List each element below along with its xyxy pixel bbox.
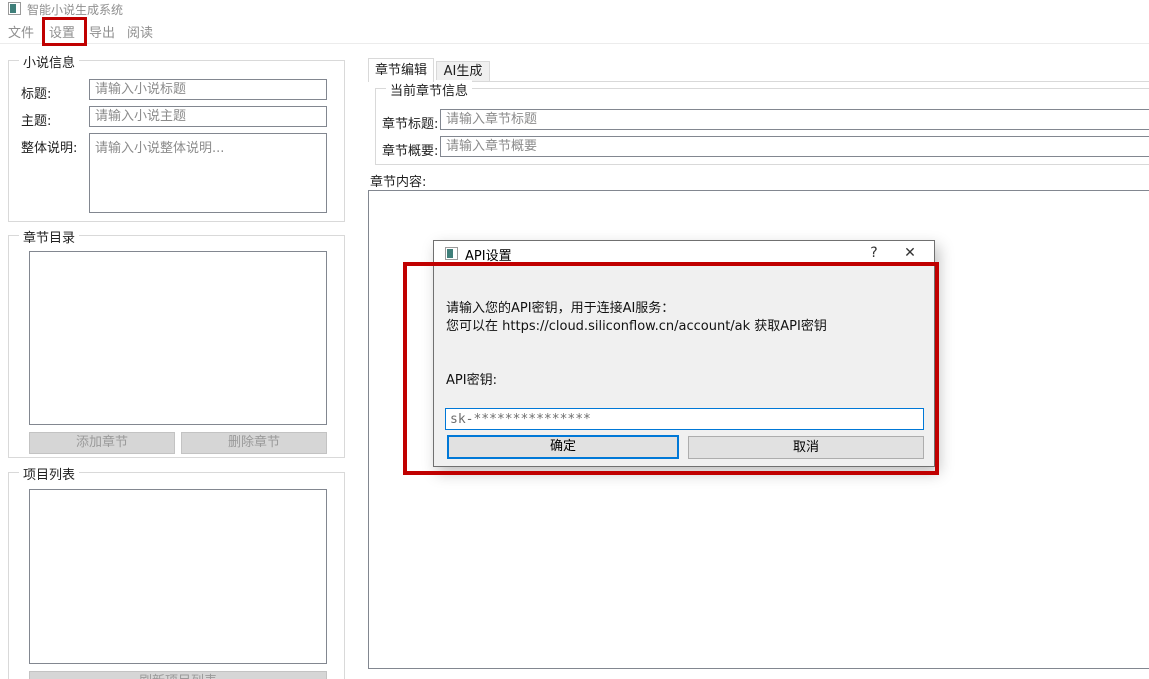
window-title: 智能小说生成系统 (27, 1, 123, 18)
tab-ai-generate[interactable]: AI生成 (436, 61, 490, 82)
menu-item-settings[interactable]: 设置 (49, 22, 75, 41)
api-key-label: API密钥: (446, 369, 497, 388)
novel-info-group: 小说信息 标题: 主题: 整体说明: (8, 60, 345, 222)
menu-bar: 文件 设置 导出 阅读 (0, 17, 1149, 44)
novel-title-label: 标题: (21, 83, 51, 102)
help-icon[interactable]: ? (862, 244, 886, 263)
chapter-info-group: 当前章节信息 章节标题: 章节概要: (375, 88, 1149, 165)
chapter-title-label: 章节标题: (382, 113, 438, 132)
project-list-group: 项目列表 刷新项目列表 (8, 472, 345, 679)
chapter-directory-legend: 章节目录 (19, 227, 79, 246)
delete-chapter-button[interactable]: 删除章节 (181, 432, 327, 454)
chapter-summary-input[interactable] (440, 136, 1149, 157)
novel-info-legend: 小说信息 (19, 52, 79, 71)
close-icon[interactable]: ✕ (898, 244, 922, 263)
chapter-content-label: 章节内容: (370, 171, 426, 190)
chapter-title-input[interactable] (440, 109, 1149, 130)
chapter-summary-label: 章节概要: (382, 140, 438, 159)
ok-button[interactable]: 确定 (447, 435, 679, 459)
project-list-legend: 项目列表 (19, 464, 79, 483)
novel-theme-input[interactable] (89, 106, 327, 127)
dialog-icon (445, 247, 458, 260)
chapter-listbox[interactable] (29, 251, 327, 425)
dialog-title-bar[interactable]: API设置 ? ✕ (434, 241, 934, 266)
chapter-info-legend: 当前章节信息 (386, 80, 472, 99)
tab-chapter-edit[interactable]: 章节编辑 (368, 58, 434, 82)
menu-item-read[interactable]: 阅读 (127, 22, 153, 41)
novel-desc-label: 整体说明: (21, 137, 77, 156)
novel-desc-textarea[interactable] (89, 133, 327, 213)
project-listbox[interactable] (29, 489, 327, 664)
cancel-button[interactable]: 取消 (688, 436, 924, 459)
dialog-instruction-line1: 请输入您的API密钥，用于连接AI服务： (446, 297, 674, 316)
chapter-directory-group: 章节目录 添加章节 删除章节 (8, 235, 345, 458)
novel-title-input[interactable] (89, 79, 327, 100)
app-window: 智能小说生成系统 文件 设置 导出 阅读 小说信息 标题: 主题: 整体说明: … (0, 0, 1149, 679)
add-chapter-button[interactable]: 添加章节 (29, 432, 175, 454)
refresh-project-list-button[interactable]: 刷新项目列表 (29, 671, 327, 679)
app-icon (8, 2, 21, 15)
novel-theme-label: 主题: (21, 110, 51, 129)
title-bar: 智能小说生成系统 (0, 0, 1149, 17)
dialog-instruction-line2: 您可以在 https://cloud.siliconflow.cn/accoun… (446, 315, 827, 334)
menu-item-file[interactable]: 文件 (8, 22, 34, 41)
api-settings-dialog: API设置 ? ✕ 请输入您的API密钥，用于连接AI服务： 您可以在 http… (433, 240, 935, 467)
api-key-input[interactable] (445, 408, 924, 430)
menu-item-export[interactable]: 导出 (89, 22, 115, 41)
dialog-title: API设置 (465, 245, 512, 264)
